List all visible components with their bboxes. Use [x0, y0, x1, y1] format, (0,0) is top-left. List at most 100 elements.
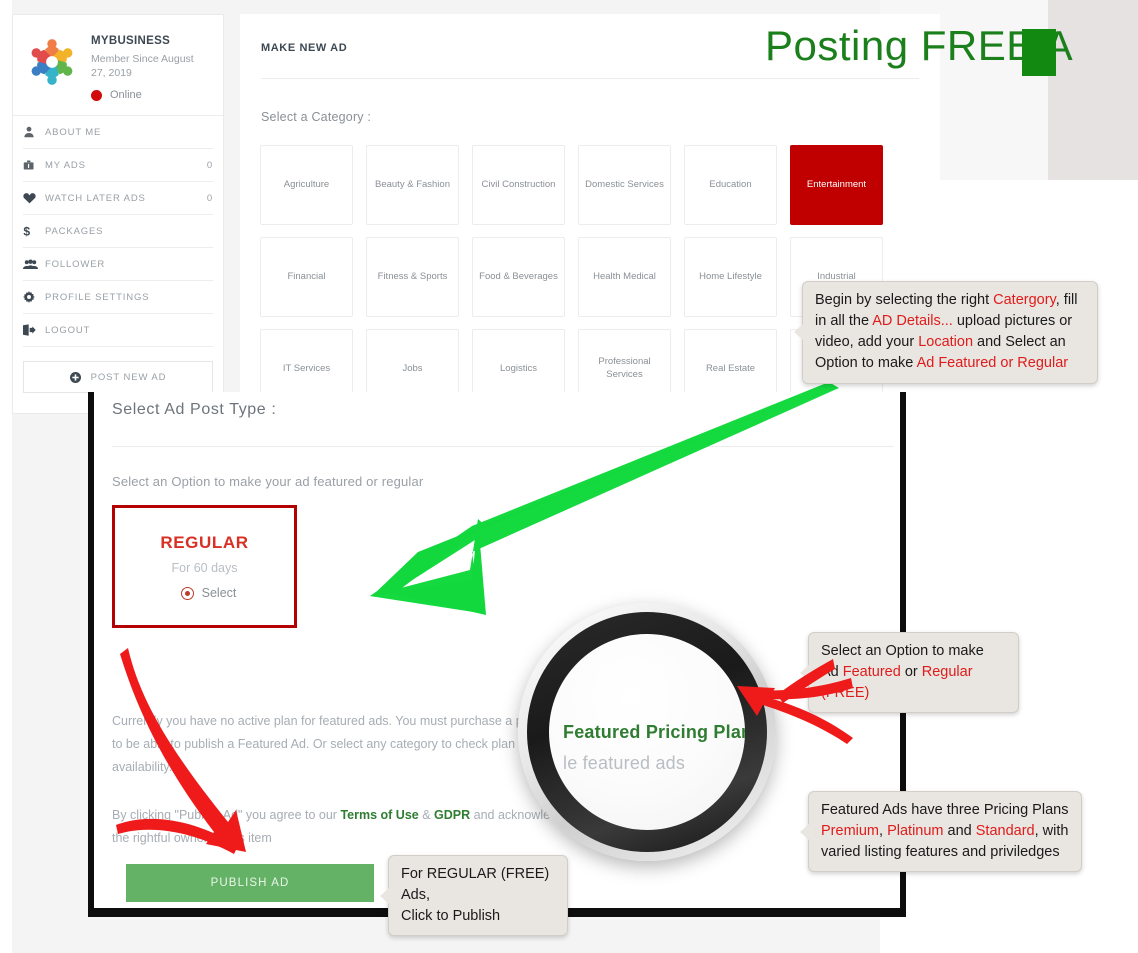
- dollar-icon: $: [23, 225, 45, 238]
- person-icon: [23, 126, 45, 138]
- callout-highlight-standard: Standard: [975, 823, 1035, 840]
- category-tile-financial[interactable]: Financial: [260, 237, 353, 317]
- business-name: MYBUSINESS: [91, 35, 171, 47]
- sidebar-item-watch-later-ads[interactable]: WATCH LATER ADS 0: [23, 182, 213, 216]
- regular-plan-duration: For 60 days: [171, 561, 238, 575]
- headline-green-block: [1022, 29, 1056, 76]
- plus-circle-icon: [69, 371, 81, 383]
- publish-ad-button[interactable]: PUBLISH AD: [126, 864, 374, 902]
- category-tile-food-beverages[interactable]: Food & Beverages: [472, 237, 565, 317]
- category-tile-entertainment[interactable]: Entertainment: [790, 145, 883, 225]
- member-since: Member Since August 27, 2019: [91, 53, 194, 80]
- loupe-magnified-content: Featured Pricing Plan le featured ads: [549, 722, 745, 774]
- page-title: MAKE NEW AD: [261, 42, 348, 54]
- sidebar-item-follower[interactable]: FOLLOWER: [23, 248, 213, 282]
- callout-text: Ad: [821, 664, 843, 681]
- callout-highlight-location: Location: [918, 334, 974, 351]
- loupe-line-2: le featured ads: [563, 753, 686, 773]
- heart-icon: [23, 192, 45, 204]
- callout-select-option: Select an Option to make Ad Featured or …: [800, 632, 1019, 714]
- callout-highlight-premium: Premium: [821, 823, 880, 840]
- status-dot-icon: [91, 89, 102, 101]
- callout-text: in all the: [815, 313, 873, 330]
- select-category-label: Select a Category :: [261, 110, 372, 124]
- sidebar-item-label: PACKAGES: [45, 225, 104, 237]
- category-tile-home-lifestyle[interactable]: Home Lifestyle: [684, 237, 777, 317]
- logout-icon: [23, 324, 45, 337]
- sidebar-item-label: LOGOUT: [45, 324, 91, 336]
- terms-prefix: By clicking "Publish Ad" you agree to ou…: [112, 808, 341, 822]
- callout-text: or: [900, 664, 922, 681]
- callout-line: Ad Featured or Regular (FREE): [821, 662, 1006, 704]
- magnifier-loupe: Featured Pricing Plan le featured ads: [518, 603, 776, 861]
- callout-publish-instructions: For REGULAR (FREE) Ads, Click to Publish: [380, 855, 568, 937]
- category-tile-health-medical[interactable]: Health Medical: [578, 237, 671, 317]
- callout-highlight-featured-regular: Ad Featured or Regular: [916, 355, 1069, 372]
- select-ad-post-type-panel: Select Ad Post Type : Select an Option t…: [88, 392, 906, 917]
- callout-text: and: [943, 823, 976, 840]
- callout-line: video, add your Location and Select an: [815, 332, 1085, 353]
- regular-plan-select-label: Select: [201, 586, 237, 600]
- sidebar-item-label: ABOUT ME: [45, 126, 102, 138]
- callout-highlight-featured: Featured: [842, 664, 901, 681]
- category-tile-fitness-sports[interactable]: Fitness & Sports: [366, 237, 459, 317]
- callout-text: , fill: [1055, 292, 1078, 308]
- profile-header: MYBUSINESS Member Since August 27, 2019 …: [13, 15, 223, 117]
- sidebar-item-label: MY ADS: [45, 159, 86, 171]
- regular-plan-select[interactable]: Select: [173, 586, 237, 600]
- category-tile-civil-construction[interactable]: Civil Construction: [472, 145, 565, 225]
- callout-line: Option to make Ad Featured or Regular: [815, 353, 1085, 374]
- callout-line: For REGULAR (FREE) Ads,: [401, 866, 550, 904]
- callout-category-instructions: Begin by selecting the right Catergory, …: [794, 281, 1098, 384]
- callout-line: Select an Option to make: [821, 643, 984, 659]
- sidebar-item-logout[interactable]: LOGOUT: [23, 314, 213, 348]
- post-new-ad-button[interactable]: POST NEW AD: [23, 361, 213, 394]
- sidebar-item-my-ads[interactable]: MY ADS 0: [23, 149, 213, 183]
- callout-highlight-category: Catergory: [993, 292, 1056, 308]
- regular-plan-card[interactable]: REGULAR For 60 days Select: [112, 505, 297, 628]
- profile-sidebar: MYBUSINESS Member Since August 27, 2019 …: [12, 14, 224, 414]
- callout-highlight-ad-details: AD Details...: [872, 313, 953, 330]
- sidebar-item-count: 0: [206, 159, 213, 171]
- status-label: Online: [110, 89, 142, 102]
- callout-text: Begin by selecting the right: [815, 292, 994, 308]
- callout-pricing-plans: Featured Ads have three Pricing Plans Pr…: [800, 791, 1082, 873]
- callout-line: Begin by selecting the right Catergory, …: [815, 290, 1085, 311]
- callout-text: and Select an: [973, 334, 1066, 351]
- callout-text: ,: [879, 823, 888, 840]
- callout-line: in all the AD Details... upload pictures…: [815, 311, 1085, 332]
- terms-of-use-link[interactable]: Terms of Use: [340, 808, 418, 822]
- people-icon: [23, 259, 45, 270]
- callout-line: Click to Publish: [401, 908, 501, 925]
- callout-text: , with: [1034, 823, 1069, 840]
- callout-line: varied listing features and priviledges: [821, 844, 1060, 861]
- sidebar-item-profile-settings[interactable]: PROFILE SETTINGS: [23, 281, 213, 315]
- sidebar-item-about-me[interactable]: ABOUT ME: [23, 116, 213, 150]
- post-new-ad-label: POST NEW AD: [90, 371, 167, 383]
- sidebar-item-count: 0: [206, 192, 213, 204]
- category-tile-domestic-services[interactable]: Domestic Services: [578, 145, 671, 225]
- callout-line: Featured Ads have three Pricing Plans: [821, 802, 1069, 818]
- loupe-line-1: Featured Pricing Plan: [563, 722, 745, 742]
- sidebar-item-label: FOLLOWER: [45, 258, 106, 270]
- category-row: Agriculture Beauty & Fashion Civil Const…: [260, 145, 920, 225]
- category-tile-agriculture[interactable]: Agriculture: [260, 145, 353, 225]
- ad-post-type-divider: [112, 446, 894, 447]
- svg-text:$: $: [23, 225, 31, 238]
- category-tile-beauty-fashion[interactable]: Beauty & Fashion: [366, 145, 459, 225]
- callout-text: video, add your: [815, 334, 919, 351]
- sidebar-item-packages[interactable]: $ PACKAGES: [23, 215, 213, 249]
- sidebar-nav: ABOUT ME MY ADS 0 WATCH LATER ADS 0 $ PA…: [13, 116, 223, 348]
- profile-meta: MYBUSINESS Member Since August 27, 2019 …: [81, 31, 201, 101]
- title-divider: [261, 78, 919, 79]
- category-tile-education[interactable]: Education: [684, 145, 777, 225]
- people-logo-icon: [31, 39, 73, 85]
- gdpr-link[interactable]: GDPR: [434, 808, 470, 822]
- left-white-gutter: [0, 0, 12, 953]
- radio-selected-icon[interactable]: [180, 586, 194, 600]
- loupe-glass: Featured Pricing Plan le featured ads: [549, 634, 745, 830]
- regular-plan-name: REGULAR: [160, 533, 249, 552]
- ad-post-type-title: Select Ad Post Type :: [112, 401, 277, 418]
- callout-line: Premium, Platinum and Standard, with: [821, 821, 1069, 842]
- callout-text: upload pictures or: [952, 313, 1073, 330]
